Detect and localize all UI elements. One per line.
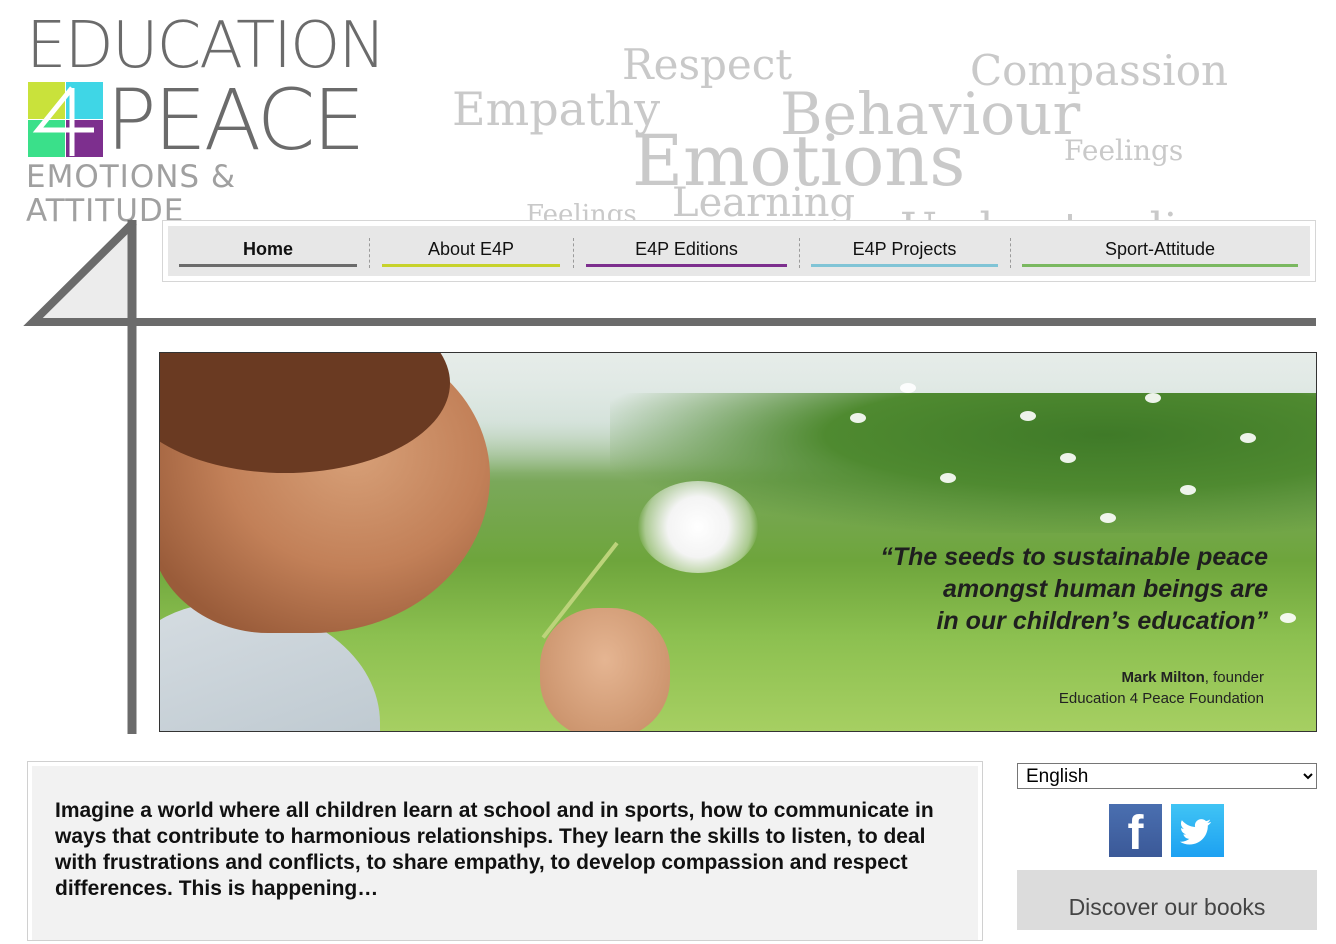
twitter-icon[interactable] xyxy=(1171,804,1224,857)
nav-about-underline xyxy=(382,264,560,267)
seed-icon xyxy=(1280,613,1296,623)
facebook-icon[interactable]: f xyxy=(1109,804,1162,860)
intro-panel: Imagine a world where all children learn… xyxy=(27,761,983,941)
main-navigation: Home About E4P E4P Editions E4P Projects… xyxy=(162,220,1316,282)
nav-editions-underline xyxy=(586,264,787,267)
nav-e4p-editions[interactable]: E4P Editions xyxy=(586,234,787,270)
nav-projects-underline xyxy=(811,264,998,267)
discover-books-button[interactable]: Discover our books xyxy=(1017,870,1317,930)
seed-icon xyxy=(1240,433,1256,443)
nav-sport-attitude[interactable]: Sport-Attitude xyxy=(1022,234,1298,270)
nav-divider xyxy=(369,238,370,268)
seed-icon xyxy=(1060,453,1076,463)
nav-e4p-projects[interactable]: E4P Projects xyxy=(811,234,998,270)
nav-home[interactable]: Home xyxy=(179,234,357,270)
seed-icon xyxy=(940,473,956,483)
seed-icon xyxy=(1145,393,1161,403)
hero-quote: “The seeds to sustainable peace amongst … xyxy=(880,543,1268,635)
nav-home-underline xyxy=(179,264,357,267)
nav-about-e4p[interactable]: About E4P xyxy=(382,234,560,270)
seed-icon xyxy=(1180,485,1196,495)
seed-icon xyxy=(1100,513,1116,523)
child-hand xyxy=(540,608,670,731)
intro-text: Imagine a world where all children learn… xyxy=(55,799,934,900)
seed-icon xyxy=(1020,411,1036,421)
seed-icon xyxy=(850,413,866,423)
hero-quote-author: Mark Milton, founder Education 4 Peace F… xyxy=(1058,669,1264,707)
language-select[interactable]: English xyxy=(1017,763,1317,789)
nav-divider xyxy=(1010,238,1011,268)
nav-bar: Home About E4P E4P Editions E4P Projects… xyxy=(168,226,1310,276)
nav-divider xyxy=(799,238,800,268)
nav-divider xyxy=(573,238,574,268)
seed-icon xyxy=(900,383,916,393)
hero-banner: “The seeds to sustainable peace amongst … xyxy=(159,352,1317,732)
nav-sport-underline xyxy=(1022,264,1298,267)
dandelion-icon xyxy=(638,481,758,573)
